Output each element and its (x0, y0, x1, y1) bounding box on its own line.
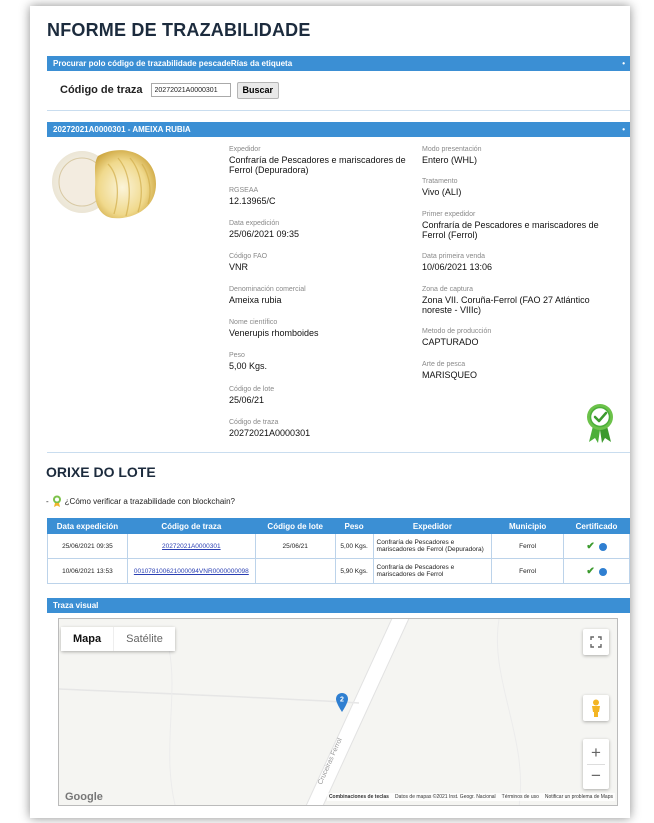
search-button[interactable]: Buscar (236, 81, 280, 99)
table-header-row: Data expedición Código de traza Código d… (47, 518, 630, 534)
visual-trace-bar: Traza visual (47, 598, 630, 613)
product-section-bar: 20272021A0000301 - AMEIXA RUBIA • (47, 122, 630, 137)
marker-label: 2 (340, 697, 344, 704)
lot-origin-table: Data expedición Código de traza Código d… (47, 518, 630, 584)
field-dispatch-date: Data expedición 25/06/2021 09:35 (229, 220, 300, 239)
bullet: - (46, 496, 49, 506)
field-scientific-name: Nome científico Venerupis rhomboides (229, 319, 319, 338)
table-row: 25/06/2021 09:35 20272021A0000301 25/06/… (47, 533, 630, 559)
field-first-shipper: Primer expedidor Confraría de Pescadores… (422, 211, 599, 240)
google-logo[interactable]: Google (65, 791, 103, 803)
trace-link[interactable]: 001078100621000094VNR0000000098 (134, 568, 249, 575)
field-trace-code: Código de traza 20272021A0000301 (229, 419, 311, 438)
field-rgseaa: RGSEAA 12.13965/C (229, 187, 276, 206)
tab-satellite[interactable]: Satélite (113, 627, 175, 651)
field-commercial-name: Denominación comercial Ameixa rubia (229, 286, 306, 305)
field-catch-zone: Zona de captura Zona VII. Coruña-Ferrol … (422, 286, 590, 315)
col-header-weight[interactable]: Peso (334, 518, 374, 534)
tab-map[interactable]: Mapa (61, 627, 114, 651)
page-title: NFORME DE TRAZABILIDADE (47, 20, 311, 40)
zoom-in-button[interactable]: + (591, 742, 601, 764)
report-problem-link[interactable]: Notificar un problema de Maps (545, 794, 613, 800)
lot-origin-title: ORIXE DO LOTE (46, 464, 156, 480)
pegman-icon (592, 699, 600, 717)
cell-weight: 5,90 Kgs. (334, 558, 374, 584)
col-header-date[interactable]: Data expedición (47, 518, 128, 534)
search-section-bar: Procurar polo código de trazabilidade pe… (47, 56, 630, 71)
field-fishing-gear: Arte de pesca MARISQUEO (422, 361, 478, 380)
cell-shipper: Confraría de Pescadores e mariscadores d… (372, 533, 493, 559)
product-section-label: 20272021A0000301 - AMEIXA RUBIA (53, 125, 191, 134)
street-view-button[interactable] (583, 695, 609, 721)
cell-date: 25/06/2021 09:35 (47, 533, 128, 559)
map-marker-icon[interactable]: 2 (336, 693, 348, 713)
search-section-label: Procurar polo código de trazabilidade pe… (53, 59, 293, 68)
field-production-method: Metodo de producción CAPTURADO (422, 328, 492, 347)
terms-link[interactable]: Términos de uso (502, 794, 539, 800)
cell-lot: 25/06/21 (254, 533, 336, 559)
cell-shipper: Confraría de Pescadores e mariscadores d… (372, 558, 493, 584)
field-shipper: Expedidor Confraría de Pescadores e mari… (229, 146, 406, 175)
certified-ribbon-icon (587, 404, 613, 443)
report-page: NFORME DE TRAZABILIDADE Procurar polo có… (30, 6, 630, 818)
col-header-municipality[interactable]: Municipio (491, 518, 565, 534)
field-presentation: Modo presentación Entero (WHL) (422, 146, 482, 165)
map-data-text: Datos de mapas ©2021 Inst. Geogr. Nacion… (394, 794, 496, 800)
col-header-lot[interactable]: Código de lote (254, 518, 336, 534)
divider (47, 110, 630, 111)
info-icon[interactable] (598, 542, 607, 551)
check-icon: ✔ (586, 565, 595, 577)
info-icon[interactable] (598, 567, 607, 576)
trace-link[interactable]: 20272021A0000301 (162, 543, 221, 550)
blockchain-verify-link[interactable]: ¿Cómo verificar a trazabilidade con bloc… (65, 497, 235, 506)
cell-certified: ✔ (563, 533, 630, 559)
field-treatment: Tratamento Vivo (ALI) (422, 178, 462, 197)
visual-trace-label: Traza visual (53, 601, 99, 610)
blockchain-verify-row: - ¿Cómo verificar a trazabilidade con bl… (46, 495, 235, 507)
zoom-controls: + − (583, 739, 609, 789)
cell-trace: 001078100621000094VNR0000000098 (126, 558, 256, 584)
cell-lot (254, 558, 336, 584)
collapse-dot-icon[interactable]: • (622, 122, 625, 137)
search-row: Código de traza Buscar (60, 79, 280, 101)
field-lot-code: Código de lote 25/06/21 (229, 386, 275, 405)
col-header-trace[interactable]: Código de traza (126, 518, 256, 534)
map-attribution: Combinaciones de teclas Datos de mapas ©… (326, 793, 615, 801)
cell-date: 10/06/2021 13:53 (47, 558, 128, 584)
cell-trace: 20272021A0000301 (126, 533, 256, 559)
clam-product-image (52, 150, 156, 219)
trace-code-input[interactable] (150, 83, 231, 97)
fullscreen-button[interactable] (583, 629, 609, 655)
award-icon (52, 495, 61, 507)
cell-weight: 5,00 Kgs. (334, 533, 374, 559)
field-fao-code: Código FAO VNR (229, 253, 268, 272)
map-type-tabs: Mapa Satélite (61, 627, 175, 651)
field-first-sale-date: Data primeira venda 10/06/2021 13:06 (422, 253, 493, 272)
table-row: 10/06/2021 13:53 001078100621000094VNR00… (47, 558, 630, 584)
keyboard-shortcuts-link[interactable]: Combinaciones de teclas (329, 794, 389, 800)
fullscreen-icon (590, 636, 602, 648)
col-header-certified[interactable]: Certificado (563, 518, 630, 534)
zoom-out-button[interactable]: − (591, 765, 601, 787)
field-weight: Peso 5,00 Kgs. (229, 352, 268, 371)
trace-code-label: Código de traza (60, 84, 143, 96)
cell-municipality: Ferrol (491, 533, 565, 559)
collapse-dot-icon[interactable]: • (622, 56, 625, 71)
divider (47, 452, 630, 453)
cell-certified: ✔ (563, 558, 630, 584)
col-header-shipper[interactable]: Expedidor (372, 518, 493, 534)
check-icon: ✔ (586, 540, 595, 552)
cell-municipality: Ferrol (491, 558, 565, 584)
map-view[interactable]: Mapa Satélite + − 2 Cruceiras Ferrol Goo… (58, 618, 618, 806)
